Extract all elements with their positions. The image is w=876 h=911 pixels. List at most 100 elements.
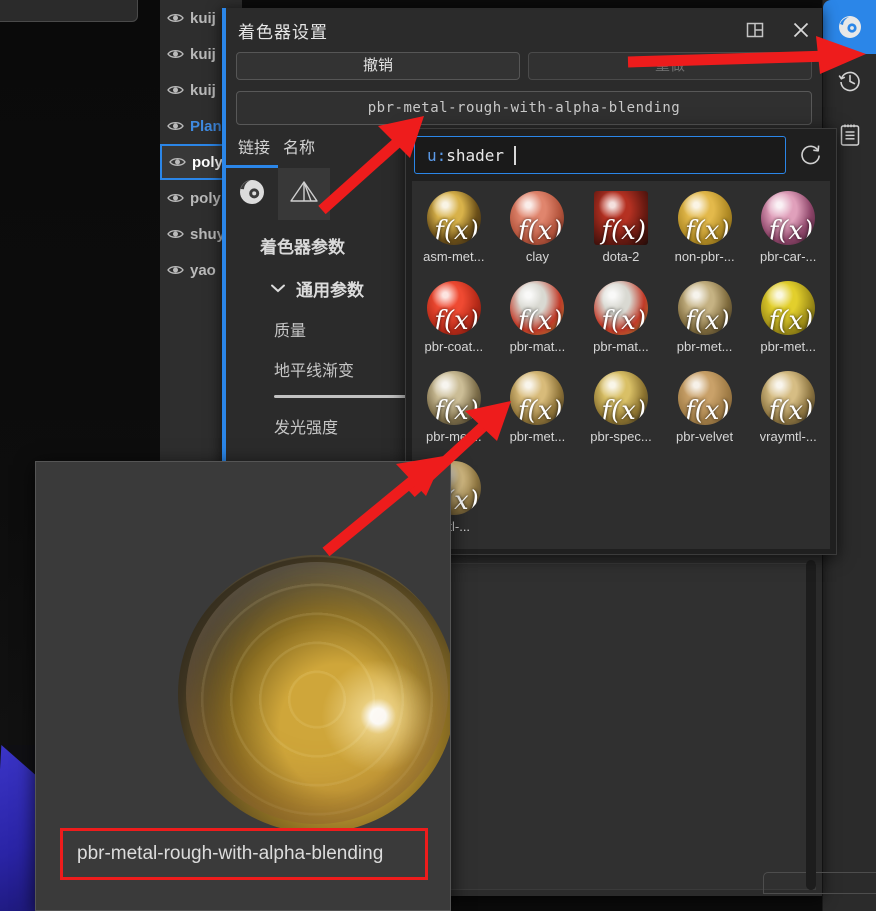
subtab-name[interactable]: 名称 [283,134,315,158]
search-result-item[interactable]: f(x) pbr-met... [746,275,830,365]
history-clock-icon [837,68,863,94]
fx-glyph: f(x) [685,216,730,245]
search-result-item[interactable]: f(x) pbr-met... [663,275,747,365]
material-thumbnail: f(x) [677,281,732,335]
eye-icon[interactable] [167,12,184,24]
eye-icon[interactable] [167,228,184,240]
material-thumbnail: f(x) [426,281,481,335]
eye-icon[interactable] [169,156,186,168]
fx-glyph: f(x) [434,216,479,245]
search-result-item[interactable]: f(x) dota-2 [579,185,663,275]
material-thumbnail: f(x) [426,191,481,245]
fx-glyph: f(x) [685,306,730,335]
fx-glyph: f(x) [768,306,814,335]
material-thumbnail: f(x) [593,281,648,335]
eye-icon[interactable] [167,264,184,276]
fx-glyph: f(x) [601,216,646,245]
search-result-item[interactable]: f(x) pbr-met... [412,365,496,455]
search-result-item[interactable]: f(x) non-pbr-... [663,185,747,275]
panel-layout-icon[interactable] [744,19,766,41]
shader-ball-gear-icon [238,178,266,211]
material-label: vraymtl-... [759,429,817,444]
material-label: dota-2 [602,249,640,264]
viewport-toolbar-chip[interactable] [0,0,138,22]
search-query-prefix: u: [427,145,447,165]
eye-icon[interactable] [167,84,184,96]
material-label: pbr-mat... [509,339,566,354]
rail-button-shader[interactable] [823,0,876,54]
material-label: pbr-met... [760,339,816,354]
fx-glyph: f(x) [434,306,479,335]
search-result-item[interactable]: f(x) asm-met... [412,185,496,275]
fx-glyph: f(x) [601,306,646,335]
close-icon[interactable] [790,19,812,41]
reset-circular-arrow-icon[interactable] [794,143,828,167]
outliner-item-label: Plan [190,117,222,135]
material-label: pbr-met... [425,429,482,444]
chevron-down-icon [270,279,286,299]
app-root: kuij kuij kuij Plan poly poly shuy yao 着… [0,0,876,911]
outliner-item-label: poly [192,153,223,171]
bottom-panel-handle[interactable] [763,872,876,894]
search-result-item[interactable]: f(x) pbr-velvet [663,365,747,455]
material-thumbnail: f(x) [426,371,481,425]
fx-glyph: f(x) [768,396,814,425]
search-result-item[interactable]: f(x) pbr-met... [496,365,580,455]
material-thumbnail: f(x) [677,371,732,425]
material-thumbnail: f(x) [761,281,816,335]
page-title: 着色器设置 [238,22,328,42]
fx-glyph: f(x) [685,396,730,425]
search-results-grid[interactable]: f(x) asm-met... f(x) clay f(x) dota-2 f(x) non-… [412,181,830,549]
text-cursor [514,145,517,165]
tab-geometry[interactable] [278,168,330,220]
shader-ball-icon [837,14,863,40]
search-result-item[interactable]: f(x) pbr-car-... [746,185,830,275]
eye-icon[interactable] [167,120,184,132]
outliner-item-label: kuij [190,9,216,27]
search-result-item[interactable]: f(x) clay [496,185,580,275]
fx-glyph: f(x) [768,216,814,245]
preview-sphere-rim [186,562,448,824]
subtab-link[interactable]: 链接 [238,134,270,158]
eye-icon[interactable] [167,192,184,204]
material-thumbnail: f(x) [510,281,565,335]
search-result-item[interactable]: f(x) pbr-mat... [496,275,580,365]
search-row: u: shader [406,129,836,178]
fx-glyph: f(x) [517,396,563,425]
material-label: pbr-coat... [424,339,484,354]
clipboard-notes-icon [837,122,863,148]
preview-name-label: pbr-metal-rough-with-alpha-blending [60,828,428,880]
material-label: pbr-met... [509,429,566,444]
shader-name-field[interactable]: pbr-metal-rough-with-alpha-blending [236,91,812,125]
material-label: non-pbr-... [674,249,735,264]
redo-button[interactable]: 重做 [528,52,812,80]
material-preview-overlay: f(x) pbr-metal-rough-with-alpha-blending [35,461,451,911]
material-thumbnail: f(x) [761,191,816,245]
material-thumbnail: f(x) [593,371,648,425]
dialog-titlebar[interactable]: 着色器设置 [226,8,822,52]
material-thumbnail: f(x) [677,191,732,245]
param-group-label: 通用参数 [296,281,364,300]
fx-glyph: f(x) [517,306,563,335]
search-input[interactable]: u: shader [414,136,786,174]
tab-shader-ball[interactable] [226,168,278,220]
fx-glyph: f(x) [517,216,563,245]
vertical-scrollbar[interactable] [806,560,816,890]
eye-icon[interactable] [167,48,184,60]
undo-button[interactable]: 撤销 [236,52,520,80]
fx-glyph: f(x) [601,396,646,425]
search-query-text: shader [446,145,505,165]
search-result-item[interactable]: f(x) pbr-spec... [579,365,663,455]
material-label: pbr-mat... [593,339,649,354]
material-label: pbr-spec... [590,429,652,444]
search-result-item[interactable]: f(x) vraymtl-... [746,365,830,455]
material-label: pbr-met... [676,339,733,354]
rail-button-history[interactable] [823,54,876,108]
material-thumbnail: f(x) [510,191,565,245]
material-thumbnail: f(x) [761,371,816,425]
search-result-item[interactable]: f(x) pbr-mat... [579,275,663,365]
outliner-item-label: kuij [190,45,216,63]
search-result-item[interactable]: f(x) pbr-coat... [412,275,496,365]
shader-search-popup: u: shader f(x) asm-met... f(x) clay f(x) dota… [405,128,837,555]
fx-glyph: f(x) [434,396,479,425]
